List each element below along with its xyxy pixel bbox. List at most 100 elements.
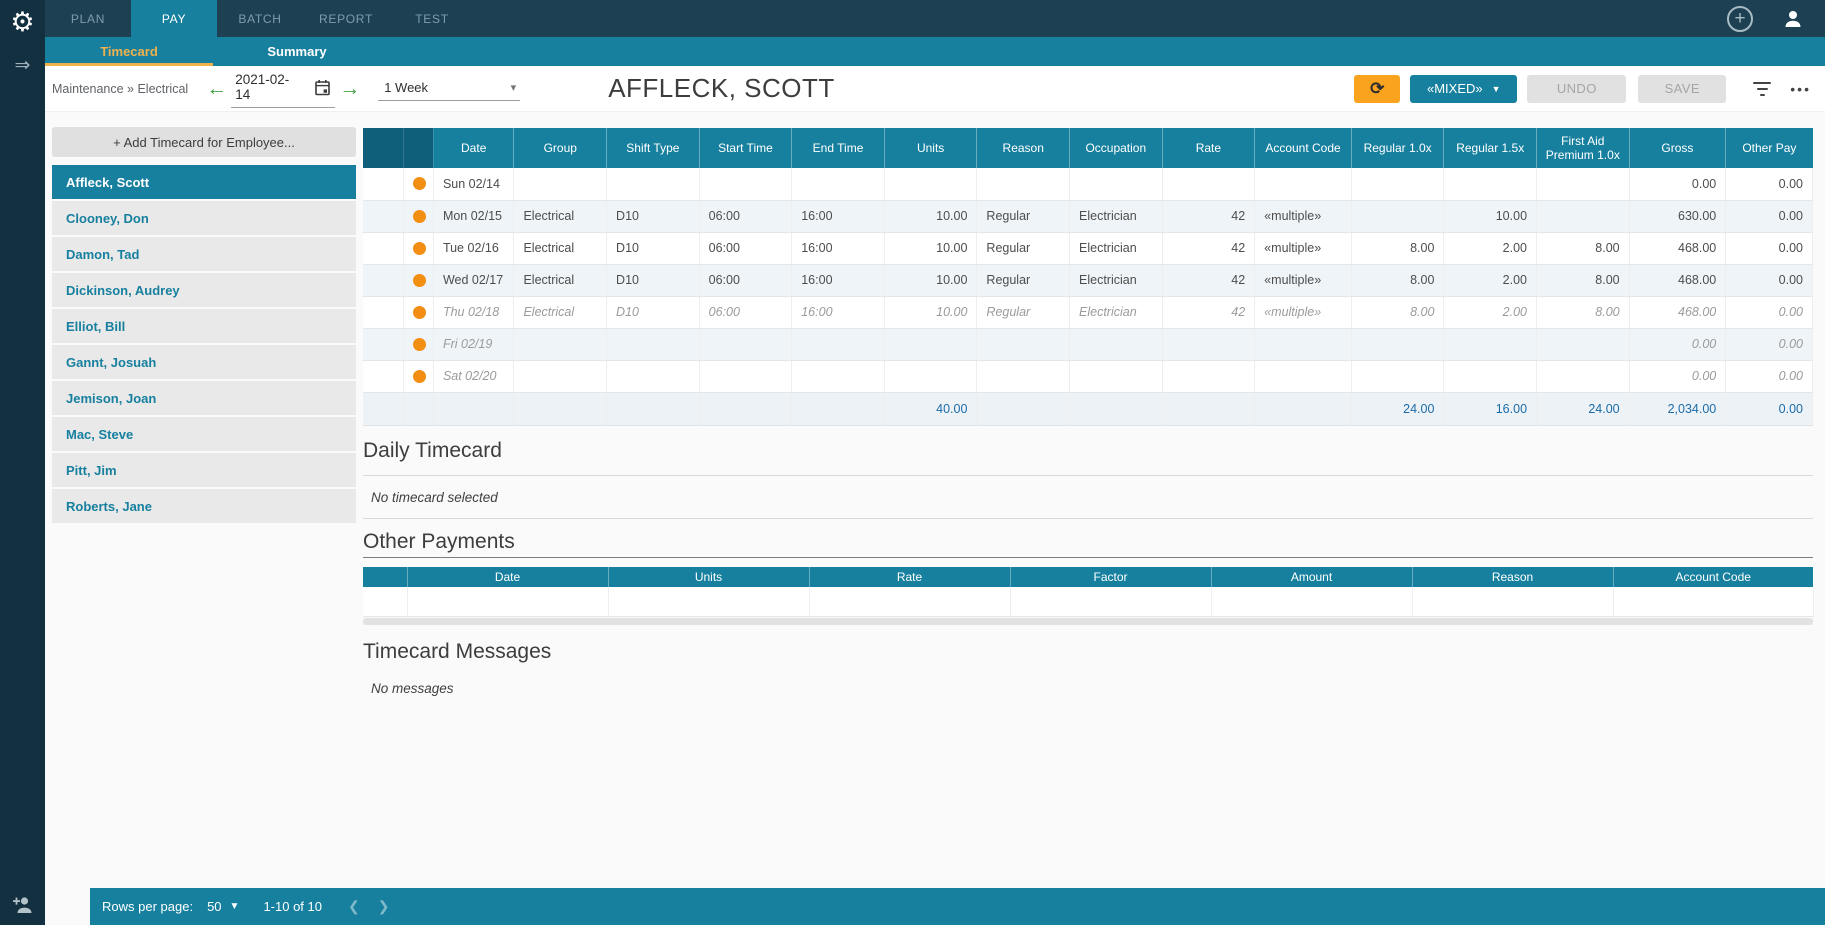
- timecard-row[interactable]: Sun 02/14 0.00 0.00: [363, 168, 1813, 201]
- cell-first_aid_premium[interactable]: [1536, 328, 1630, 361]
- cell-occupation[interactable]: Electrician: [1069, 264, 1163, 297]
- nav-tab-report[interactable]: REPORT: [303, 0, 389, 37]
- cell-rate[interactable]: 42: [1162, 232, 1256, 265]
- cell-end_time[interactable]: 16:00: [791, 200, 885, 233]
- row-select-cell[interactable]: [363, 232, 404, 265]
- cell-shift_type[interactable]: D10: [606, 232, 700, 265]
- cell-gross[interactable]: 468.00: [1629, 296, 1727, 329]
- refresh-button[interactable]: ⟳: [1354, 74, 1401, 103]
- cell-account_code[interactable]: [1254, 328, 1352, 361]
- row-select-cell[interactable]: [363, 200, 404, 233]
- cell-regular_1_5x[interactable]: [1443, 168, 1538, 201]
- cell-reason[interactable]: Regular: [976, 200, 1071, 233]
- cell-units[interactable]: 10.00: [884, 264, 978, 297]
- cell-end_time[interactable]: 16:00: [791, 232, 885, 265]
- cell-other_pay[interactable]: 0.00: [1725, 264, 1813, 297]
- user-account-icon[interactable]: [1783, 9, 1803, 29]
- cell-first_aid_premium[interactable]: [1536, 200, 1630, 233]
- cell-regular_1_5x[interactable]: 2.00: [1443, 296, 1538, 329]
- cell-group[interactable]: Electrical: [513, 296, 608, 329]
- timecard-row[interactable]: Thu 02/18 Electrical D10 06:00 16:00 10.00 Reg…: [363, 296, 1813, 329]
- cell-first_aid_premium[interactable]: [1536, 360, 1630, 393]
- cell-reason[interactable]: [976, 328, 1071, 361]
- cell-occupation[interactable]: Electrician: [1069, 200, 1163, 233]
- cell-other_pay[interactable]: 0.00: [1725, 360, 1813, 393]
- employee-item[interactable]: Elliot, Bill: [52, 309, 356, 345]
- more-options-icon[interactable]: •••: [1790, 81, 1811, 97]
- cell-regular_1_5x[interactable]: 2.00: [1443, 264, 1538, 297]
- employee-item[interactable]: Mac, Steve: [52, 417, 356, 453]
- cell-regular_1_5x[interactable]: 2.00: [1443, 232, 1538, 265]
- row-select-cell[interactable]: [363, 296, 404, 329]
- cell-date[interactable]: Sat 02/20: [433, 360, 515, 393]
- cell-gross[interactable]: 0.00: [1629, 168, 1727, 201]
- employee-item[interactable]: Clooney, Don: [52, 201, 356, 237]
- cell-other_pay[interactable]: 0.00: [1725, 168, 1813, 201]
- cell-first_aid_premium[interactable]: 8.00: [1536, 264, 1630, 297]
- cell-rate[interactable]: [1162, 328, 1256, 361]
- cell-gross[interactable]: 468.00: [1629, 232, 1727, 265]
- timecard-row[interactable]: Tue 02/16 Electrical D10 06:00 16:00 10.00 Reg…: [363, 232, 1813, 265]
- status-cell[interactable]: [403, 328, 434, 361]
- employee-item[interactable]: Jemison, Joan: [52, 381, 356, 417]
- cell-regular_1_0x[interactable]: [1351, 168, 1445, 201]
- expand-menu-icon[interactable]: ⇒: [0, 52, 45, 78]
- date-value[interactable]: 2021-02-14: [235, 72, 304, 102]
- cell-regular_1_0x[interactable]: 8.00: [1351, 296, 1445, 329]
- cell-gross[interactable]: 0.00: [1629, 360, 1727, 393]
- employee-item[interactable]: Gannt, Josuah: [52, 345, 356, 381]
- row-select-cell[interactable]: [363, 360, 404, 393]
- horizontal-scrollbar[interactable]: [363, 618, 1813, 625]
- cell-regular_1_0x[interactable]: 8.00: [1351, 264, 1445, 297]
- cell-start_time[interactable]: 06:00: [699, 264, 793, 297]
- cell-account_code[interactable]: «multiple»: [1254, 264, 1352, 297]
- timecard-row[interactable]: Mon 02/15 Electrical D10 06:00 16:00 10.00 Reg…: [363, 200, 1813, 233]
- cell-rate[interactable]: 42: [1162, 264, 1256, 297]
- cell-regular_1_0x[interactable]: [1351, 360, 1445, 393]
- cell-start_time[interactable]: 06:00: [699, 200, 793, 233]
- save-button[interactable]: SAVE: [1638, 74, 1727, 103]
- cell-occupation[interactable]: Electrician: [1069, 232, 1163, 265]
- person-add-icon[interactable]: [0, 892, 45, 918]
- cell-shift_type[interactable]: [606, 360, 700, 393]
- cell-first_aid_premium[interactable]: [1536, 168, 1630, 201]
- cell-rate[interactable]: 42: [1162, 296, 1256, 329]
- next-period-arrow-icon[interactable]: →: [339, 77, 360, 101]
- cell-regular_1_5x[interactable]: [1443, 328, 1538, 361]
- cell-other_pay[interactable]: 0.00: [1725, 296, 1813, 329]
- cell-rate[interactable]: 42: [1162, 200, 1256, 233]
- status-cell[interactable]: [403, 296, 434, 329]
- row-select-cell[interactable]: [363, 328, 404, 361]
- cell-account_code[interactable]: [1254, 168, 1352, 201]
- cell-first_aid_premium[interactable]: 8.00: [1536, 232, 1630, 265]
- cell-units[interactable]: [884, 168, 978, 201]
- cell-regular_1_0x[interactable]: [1351, 200, 1445, 233]
- cell-start_time[interactable]: [699, 328, 793, 361]
- cell-shift_type[interactable]: [606, 328, 700, 361]
- cell-date[interactable]: Wed 02/17: [433, 264, 515, 297]
- cell-start_time[interactable]: [699, 168, 793, 201]
- nav-tab-batch[interactable]: BATCH: [217, 0, 303, 37]
- cell-gross[interactable]: 0.00: [1629, 328, 1727, 361]
- cell-regular_1_0x[interactable]: [1351, 328, 1445, 361]
- cell-shift_type[interactable]: D10: [606, 200, 700, 233]
- period-select[interactable]: 1 Week ▾: [378, 77, 521, 101]
- cell-reason[interactable]: [976, 360, 1071, 393]
- cell-end_time[interactable]: [791, 328, 885, 361]
- cell-shift_type[interactable]: [606, 168, 700, 201]
- cell-regular_1_5x[interactable]: [1443, 360, 1538, 393]
- cell-gross[interactable]: 468.00: [1629, 264, 1727, 297]
- previous-period-arrow-icon[interactable]: ←: [206, 77, 227, 101]
- cell-other_pay[interactable]: 0.00: [1725, 328, 1813, 361]
- nav-tab-test[interactable]: TEST: [389, 0, 475, 37]
- cell-group[interactable]: Electrical: [513, 232, 608, 265]
- cell-end_time[interactable]: [791, 168, 885, 201]
- cell-other_pay[interactable]: 0.00: [1725, 200, 1813, 233]
- cell-reason[interactable]: Regular: [976, 296, 1071, 329]
- next-page-icon[interactable]: ❯: [378, 898, 390, 915]
- cell-units[interactable]: [884, 328, 978, 361]
- undo-button[interactable]: UNDO: [1527, 74, 1627, 103]
- cell-group[interactable]: [513, 360, 608, 393]
- employee-item[interactable]: Pitt, Jim: [52, 453, 356, 489]
- cell-date[interactable]: Thu 02/18: [433, 296, 515, 329]
